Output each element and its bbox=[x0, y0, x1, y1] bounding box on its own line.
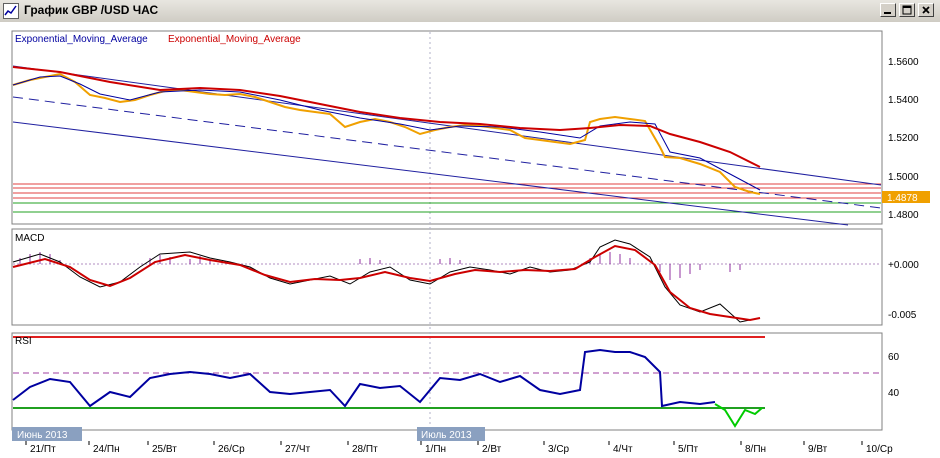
svg-text:5/Пт: 5/Пт bbox=[678, 444, 699, 455]
svg-text:24/Пн: 24/Пн bbox=[93, 444, 120, 455]
window-title: График GBP /USD ЧАС bbox=[24, 3, 159, 17]
svg-text:1.5000: 1.5000 bbox=[888, 172, 919, 183]
svg-text:26/Ср: 26/Ср bbox=[218, 444, 245, 455]
month-marker-june: Июнь 2013 bbox=[17, 430, 68, 441]
svg-text:4/Чт: 4/Чт bbox=[613, 444, 633, 455]
svg-text:1.5600: 1.5600 bbox=[888, 57, 919, 68]
ema-legend-2: Exponential_Moving_Average bbox=[168, 34, 301, 45]
svg-text:28/Пт: 28/Пт bbox=[352, 444, 378, 455]
minimize-button[interactable] bbox=[880, 3, 896, 17]
macd-label: MACD bbox=[15, 233, 44, 244]
month-marker-july: Июль 2013 bbox=[421, 430, 472, 441]
minimize-icon bbox=[884, 12, 891, 14]
chart-canvas[interactable]: 1.4878 Exponential_Moving_Average Expone… bbox=[0, 22, 940, 458]
svg-text:1.5400: 1.5400 bbox=[888, 95, 919, 106]
svg-text:1.5200: 1.5200 bbox=[888, 133, 919, 144]
rsi-label: RSI bbox=[15, 336, 32, 347]
svg-text:25/Вт: 25/Вт bbox=[152, 444, 177, 455]
svg-text:2/Вт: 2/Вт bbox=[482, 444, 502, 455]
chart-app-icon bbox=[3, 3, 19, 19]
maximize-icon bbox=[902, 5, 912, 15]
rsi-axis: 60 40 bbox=[888, 352, 900, 399]
svg-text:27/Чт: 27/Чт bbox=[285, 444, 311, 455]
chart-window-client: 1.4878 Exponential_Moving_Average Expone… bbox=[0, 22, 940, 458]
current-price-label: 1.4878 bbox=[887, 193, 918, 204]
svg-text:8/Пн: 8/Пн bbox=[745, 444, 766, 455]
svg-text:1.4800: 1.4800 bbox=[888, 210, 919, 221]
rsi-panel bbox=[11, 332, 883, 431]
ema-legend-1: Exponential_Moving_Average bbox=[15, 34, 148, 45]
svg-text:3/Ср: 3/Ср bbox=[548, 444, 570, 455]
svg-text:10/Ср: 10/Ср bbox=[866, 444, 893, 455]
maximize-button[interactable] bbox=[899, 3, 915, 17]
svg-text:1/Пн: 1/Пн bbox=[425, 444, 446, 455]
close-icon bbox=[922, 6, 930, 14]
time-axis: 21/Пт 24/Пн 25/Вт 26/Ср 27/Чт 28/Пт 1/Пн… bbox=[30, 444, 893, 455]
svg-text:-0.005: -0.005 bbox=[888, 310, 917, 321]
svg-text:21/Пт: 21/Пт bbox=[30, 444, 56, 455]
macd-axis: +0.000 -0.005 bbox=[888, 260, 919, 321]
close-button[interactable] bbox=[918, 3, 934, 17]
svg-text:9/Вт: 9/Вт bbox=[808, 444, 828, 455]
title-bar: График GBP /USD ЧАС bbox=[0, 0, 940, 23]
svg-text:+0.000: +0.000 bbox=[888, 260, 919, 271]
svg-text:40: 40 bbox=[888, 388, 900, 399]
svg-text:60: 60 bbox=[888, 352, 900, 363]
